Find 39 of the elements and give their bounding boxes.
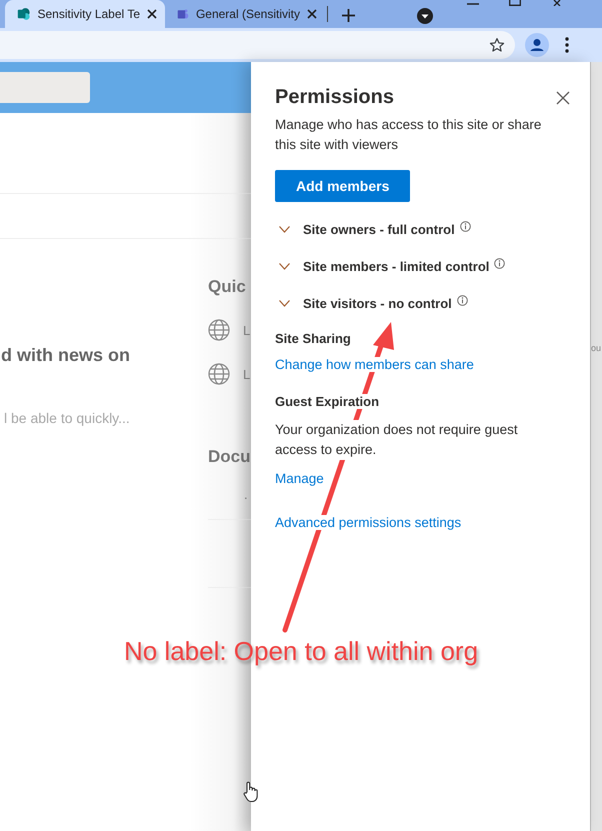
info-icon[interactable] (456, 295, 468, 306)
document-item: . (244, 487, 249, 502)
section-heading: Quic (208, 277, 247, 297)
chevron-icon (279, 300, 290, 307)
quick-link[interactable]: L (243, 366, 250, 382)
add-members-button[interactable]: Add members (275, 170, 410, 202)
close-icon[interactable] (147, 9, 157, 19)
close-button[interactable] (556, 90, 570, 104)
section-heading: Guest Expiration (275, 394, 380, 409)
close-icon (556, 90, 570, 104)
maximize-icon[interactable] (509, 0, 521, 6)
close-icon[interactable] (551, 0, 563, 6)
dropdown-icon[interactable] (417, 8, 433, 24)
page-text: ou (591, 343, 602, 353)
chevron-icon (279, 226, 290, 233)
search-field[interactable] (0, 72, 90, 103)
star-icon[interactable] (489, 37, 505, 53)
more-menu-icon[interactable] (565, 37, 569, 53)
avatar-icon[interactable] (525, 33, 549, 57)
info-icon[interactable] (494, 258, 506, 269)
manage-link[interactable]: Manage (275, 471, 324, 486)
advanced-settings-link[interactable]: Advanced permissions settings (275, 515, 462, 530)
chevron-icon (279, 263, 290, 270)
quick-link[interactable]: L (243, 322, 250, 338)
globe-icon (208, 319, 230, 341)
news-description: l be able to quickly... (4, 410, 131, 426)
browser-tab[interactable]: General (Sensitivity (165, 0, 325, 28)
tile-logo-icon (17, 6, 30, 22)
panel-title: Permissions (275, 86, 394, 109)
plus-icon[interactable] (342, 9, 355, 22)
section-heading: Site Sharing (275, 331, 351, 346)
browser-tab[interactable]: Sensitivity Label Te (5, 0, 165, 28)
section-heading: Docu (208, 447, 251, 467)
news-heading: d with news on (1, 345, 131, 366)
close-icon[interactable] (307, 9, 317, 19)
annotation-text: No label: Open to all within org (124, 636, 478, 667)
info-icon[interactable] (460, 221, 471, 232)
share-settings-link[interactable]: Change how members can share (275, 357, 474, 372)
globe-icon (208, 363, 230, 385)
